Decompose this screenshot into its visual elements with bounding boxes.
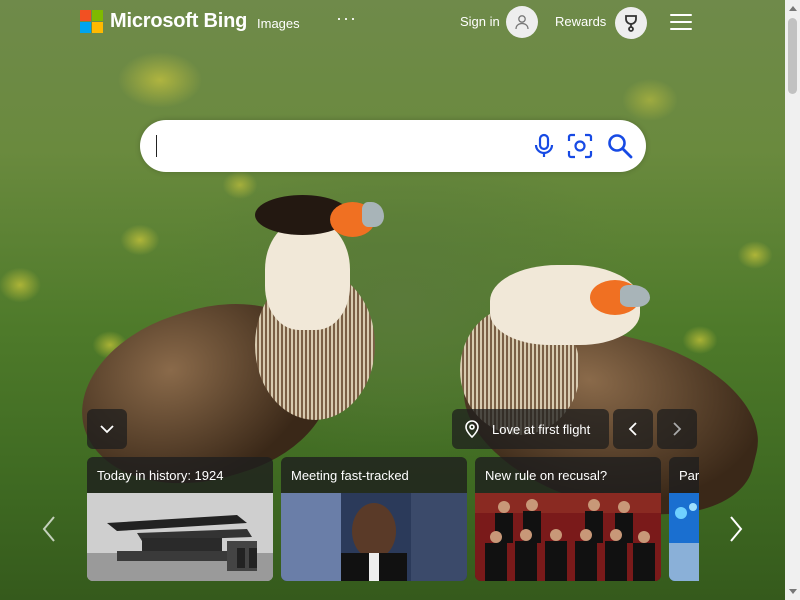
image-title: Love at first flight [492, 421, 591, 437]
nav-images-link[interactable]: Images [257, 16, 300, 31]
cards-next-button[interactable] [724, 513, 748, 545]
rewards-link[interactable]: Rewards [555, 14, 606, 29]
news-card-title: Meeting fast-tracked [291, 468, 409, 483]
chevron-left-icon [42, 516, 55, 542]
scroll-down-button[interactable] [785, 584, 800, 600]
previous-image-button[interactable] [613, 409, 653, 449]
image-info-button[interactable]: Love at first flight [452, 409, 609, 449]
news-card[interactable]: Meeting fast-tracked [281, 457, 467, 581]
chevron-down-icon [100, 425, 114, 434]
sign-in-link[interactable]: Sign in [460, 14, 500, 29]
news-card-title: Today in history: 1924 [97, 468, 224, 483]
news-card-title: New rule on recusal? [485, 468, 608, 483]
chevron-right-icon [730, 516, 743, 542]
chevron-left-icon [628, 422, 637, 436]
trophy-icon [625, 15, 637, 32]
brand-name: Microsoft Bing [110, 10, 248, 32]
visual-search-button[interactable] [566, 132, 594, 160]
news-card[interactable]: Today in history: 1924 [87, 457, 273, 581]
visual-search-icon [567, 133, 593, 159]
scrollbar-thumb[interactable] [788, 18, 797, 94]
top-header: Microsoft Bing Images ··· Sign in Reward… [0, 0, 785, 44]
vertical-scrollbar[interactable] [785, 0, 800, 600]
chevron-right-icon [673, 422, 682, 436]
microphone-icon [534, 133, 554, 157]
person-icon [515, 15, 529, 30]
news-card[interactable]: New rule on recusal? [475, 457, 661, 581]
voice-search-button[interactable] [530, 132, 558, 160]
rewards-button[interactable] [615, 7, 647, 39]
search-box [140, 120, 646, 172]
hamburger-menu-button[interactable] [670, 14, 692, 30]
search-input[interactable] [156, 130, 516, 162]
scroll-down-arrow-icon [788, 589, 797, 594]
collapse-feed-button[interactable] [87, 409, 127, 449]
cards-previous-button[interactable] [37, 513, 61, 545]
scroll-up-arrow-icon [788, 6, 797, 11]
next-image-button[interactable] [657, 409, 697, 449]
news-cards-strip: Today in history: 1924 Meeting fast-trac… [87, 457, 699, 581]
news-card-title: Par [679, 468, 699, 483]
avatar-button[interactable] [506, 6, 538, 38]
scroll-up-button[interactable] [785, 0, 800, 16]
text-caret [156, 135, 157, 157]
news-card-image [475, 493, 661, 581]
news-card-image [281, 493, 467, 581]
news-card[interactable]: Par [669, 457, 699, 581]
search-submit-button[interactable] [606, 132, 634, 160]
search-icon [608, 134, 633, 159]
more-menu-button[interactable]: ··· [336, 8, 357, 29]
news-card-image [669, 493, 699, 581]
location-pin-icon [465, 420, 479, 438]
news-card-image [87, 493, 273, 581]
microsoft-logo-icon [80, 10, 103, 33]
bing-logo-link[interactable]: Microsoft Bing [80, 10, 247, 33]
